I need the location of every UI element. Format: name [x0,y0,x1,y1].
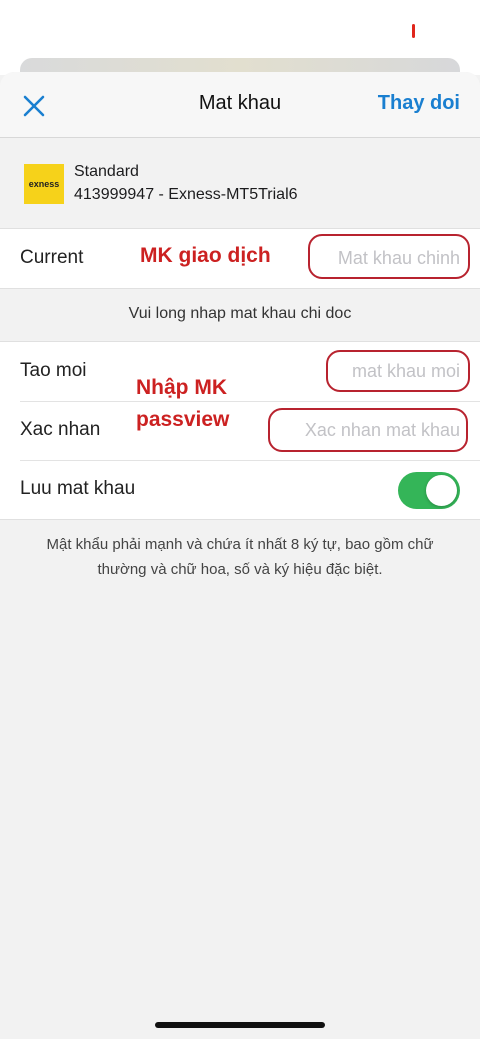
confirm-password-input[interactable] [260,415,460,445]
annotation-new-line2: passview [136,408,230,431]
new-password-group: Tao moi Xac nhan Luu mat khau [0,341,480,520]
new-password-input[interactable] [260,356,460,386]
save-password-toggle[interactable] [398,472,460,509]
status-indicator [412,24,415,38]
home-indicator [155,1022,325,1028]
confirm-password-label: Xac nhan [20,419,101,440]
password-sheet: Mat khau Thay doi exness Standard 413999… [0,72,480,1039]
exness-logo: exness [24,164,64,204]
current-password-label: Current [20,247,84,268]
annotation-current: MK giao dịch [140,244,271,267]
confirm-password-row: Xac nhan [0,401,480,460]
current-password-input[interactable] [260,243,460,273]
password-requirements-note: Mật khẩu phải mạnh và chứa ít nhất 8 ký … [46,536,434,578]
new-password-label: Tao moi [20,360,87,381]
read-only-password-hint: Vui long nhap mat khau chi doc [128,304,352,322]
save-password-label: Luu mat khau [20,478,136,499]
account-info: exness Standard 413999947 - Exness-MT5Tr… [0,138,480,228]
account-type: Standard [74,163,139,180]
new-password-row: Tao moi [0,342,480,401]
save-password-row: Luu mat khau [0,460,480,519]
change-button[interactable]: Thay doi [378,92,460,115]
toggle-knob [426,475,457,506]
nav-bar: Mat khau Thay doi [0,72,480,138]
annotation-new-line1: Nhập MK [136,376,227,399]
account-id: 413999947 - Exness-MT5Trial6 [74,186,298,203]
